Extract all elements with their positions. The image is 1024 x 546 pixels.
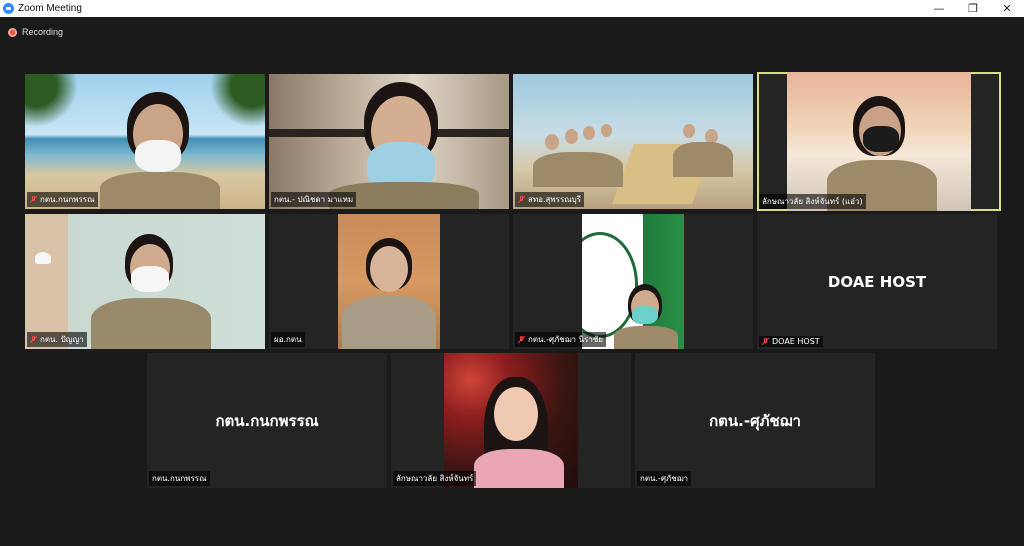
participant-name-tag: สทอ.สุพรรณบุรี [515, 192, 585, 207]
window-title: Zoom Meeting [18, 3, 82, 14]
video-tile[interactable]: ผอ.กตน [269, 214, 509, 349]
recording-label: Recording [22, 27, 64, 37]
video-tile[interactable]: สทอ.สุพรรณบุรี [513, 74, 753, 209]
restore-button[interactable]: ❐ [956, 0, 990, 17]
participant-name-tag: กตน.-ศุภัชฌา [637, 471, 692, 486]
video-tile[interactable]: กตน.-ศุภัชฌา นิราชัย [513, 214, 753, 349]
close-button[interactable]: ✕ [990, 0, 1024, 17]
participant-name: กตน.-ศุภัชฌา [640, 474, 689, 483]
participant-display-name: กตน.-ศุภัชฌา [709, 411, 801, 430]
home-background [25, 214, 265, 349]
participant-name-tag: ผอ.กตน [271, 332, 305, 347]
video-tile[interactable]: กตน.กนกพรรณ กตน.กนกพรรณ [147, 353, 387, 488]
office-background [269, 74, 509, 209]
muted-mic-icon [762, 337, 769, 346]
window-controls: — ❐ ✕ [922, 0, 1024, 17]
participant-name-tag: กตน.-ศุภัชฌา นิราชัย [515, 332, 606, 347]
video-tile[interactable]: DOAE HOST DOAE HOST [757, 214, 997, 349]
participant-name: ลักษณาวลัย สิงห์จันทร์ [396, 474, 474, 483]
participant-name-tag: กตน. ปัญญา [27, 332, 87, 347]
recording-indicator[interactable]: Recording [8, 27, 63, 37]
participant-name: ลักษณาวลัย สิงห์จันทร์ (แอ๋ว) [762, 197, 863, 206]
video-tile[interactable]: กตน. ปัญญา [25, 214, 265, 349]
title-bar: Zoom Meeting — ❐ ✕ [0, 0, 1024, 17]
zoom-app-icon [3, 3, 14, 14]
video-tile[interactable]: ลักษณาวลัย สิงห์จันทร์ [391, 353, 631, 488]
video-tile[interactable]: กตน.กนกพรรณ [25, 74, 265, 209]
muted-mic-icon [518, 195, 525, 204]
minimize-button[interactable]: — [922, 0, 956, 17]
participant-name: กตน.กนกพรรณ [40, 195, 95, 204]
muted-mic-icon [30, 335, 37, 344]
participant-name: สทอ.สุพรรณบุรี [528, 195, 582, 204]
wood-background [338, 214, 440, 349]
participant-name-tag: กตน.- ปณิชดา มาแหม [271, 192, 357, 207]
participant-display-name: DOAE HOST [827, 272, 927, 291]
participant-name: กตน.- ปณิชดา มาแหม [274, 195, 354, 204]
participant-name-tag: DOAE HOST [759, 336, 823, 347]
participant-name: กตน.-ศุภัชฌา นิราชัย [528, 335, 603, 344]
lantern-background [444, 353, 578, 488]
participant-name: กตน.กนกพรรณ [152, 474, 207, 483]
participant-name: ผอ.กตน [274, 335, 302, 344]
beach-background [25, 74, 265, 209]
participant-name: กตน. ปัญญา [40, 335, 84, 344]
participant-name-tag: กตน.กนกพรรณ [27, 192, 98, 207]
room-background [787, 72, 971, 211]
participant-name: DOAE HOST [772, 337, 820, 346]
participant-name-tag: กตน.กนกพรรณ [149, 471, 210, 486]
participant-display-name: กตน.กนกพรรณ [215, 411, 319, 430]
recording-icon [8, 27, 17, 37]
video-tile[interactable]: กตน.- ปณิชดา มาแหม [269, 74, 509, 209]
muted-mic-icon [30, 195, 37, 204]
video-tile[interactable]: กตน.-ศุภัชฌา กตน.-ศุภัชฌา [635, 353, 875, 488]
active-speaker-tile[interactable]: ลักษณาวลัย สิงห์จันทร์ (แอ๋ว) [757, 72, 1001, 211]
meeting-room-background [513, 74, 753, 209]
logo-background [582, 214, 684, 349]
muted-mic-icon [518, 335, 525, 344]
participant-name-tag: ลักษณาวลัย สิงห์จันทร์ (แอ๋ว) [759, 194, 866, 209]
participant-name-tag: ลักษณาวลัย สิงห์จันทร์ [393, 471, 477, 486]
